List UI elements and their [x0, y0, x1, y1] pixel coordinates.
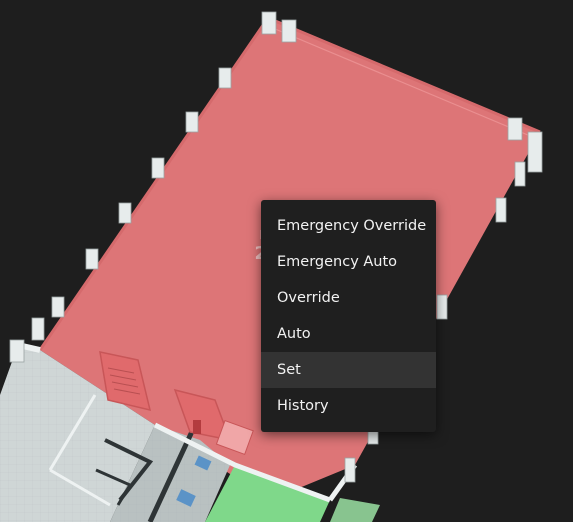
column: [193, 420, 201, 434]
context-menu: Emergency Override Emergency Auto Overri…: [261, 200, 436, 432]
menu-item-history[interactable]: History: [261, 388, 436, 424]
menu-item-set[interactable]: Set: [261, 352, 436, 388]
menu-item-emergency-auto[interactable]: Emergency Auto: [261, 244, 436, 280]
viewport-3d[interactable]: Ro 25 Emergency Override Emergency Auto …: [0, 0, 573, 522]
room-adjacent-right[interactable]: [330, 498, 380, 522]
menu-item-auto[interactable]: Auto: [261, 316, 436, 352]
menu-item-emergency-override[interactable]: Emergency Override: [261, 208, 436, 244]
menu-item-override[interactable]: Override: [261, 280, 436, 316]
